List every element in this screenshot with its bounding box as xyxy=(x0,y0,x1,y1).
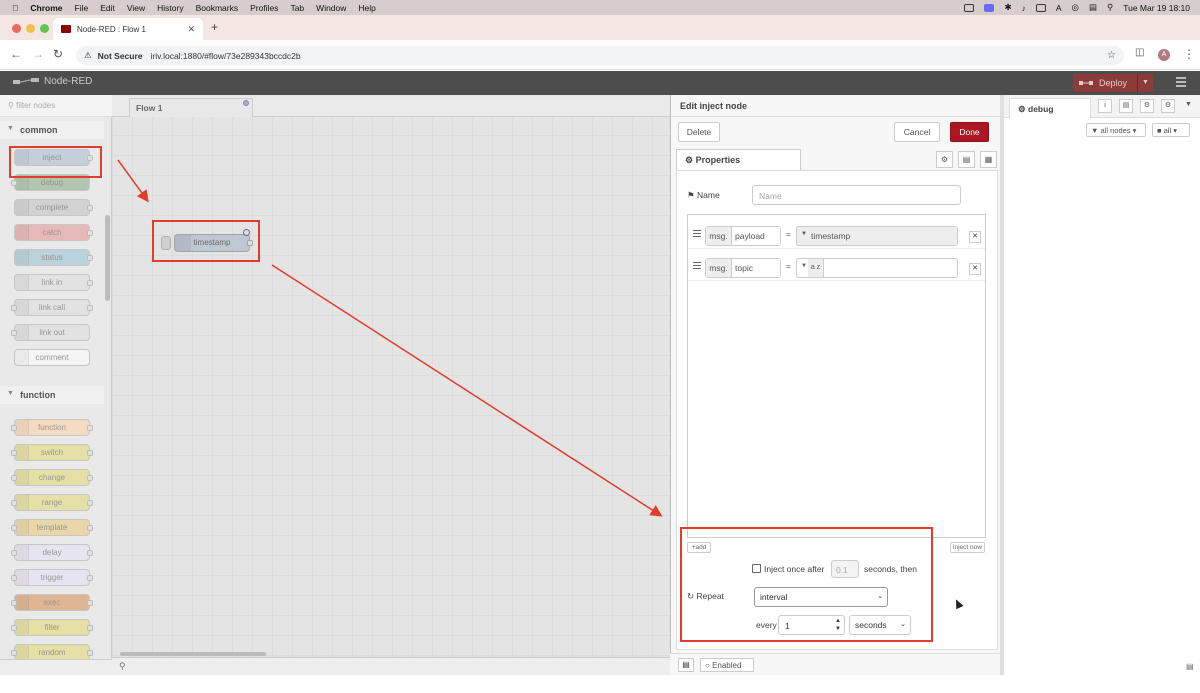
annotation-arrows xyxy=(117,159,663,517)
annotation-arrow-1 xyxy=(117,159,149,203)
annotation-arrow-2 xyxy=(271,264,663,517)
